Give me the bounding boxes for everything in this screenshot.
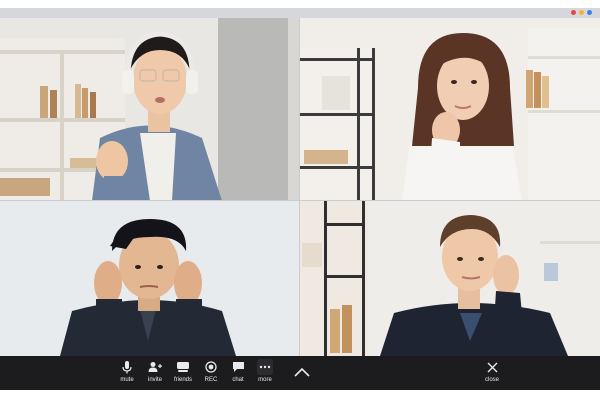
mute-button[interactable]: mute (113, 359, 141, 387)
more-label: more (258, 377, 272, 383)
record-label: REC (204, 377, 218, 383)
mute-label: mute (120, 377, 134, 383)
chat-label: chat (232, 377, 244, 383)
yellow-dot[interactable] (579, 10, 584, 15)
red-dot[interactable] (571, 10, 576, 15)
participant-video-2[interactable] (300, 18, 600, 201)
window-bottom-edge (0, 390, 600, 400)
participant-video-1[interactable] (0, 18, 300, 201)
blue-dot[interactable] (587, 10, 592, 15)
expand-toolbar-button[interactable] (293, 365, 311, 381)
participant-2-image (300, 18, 600, 200)
video-grid (0, 18, 600, 356)
microphone-icon (119, 359, 135, 375)
more-dots-icon (257, 359, 273, 375)
close-icon (484, 359, 500, 375)
window-dots (571, 10, 592, 15)
video-call-window: mute invite friends REC chat more close (0, 0, 600, 400)
participant-1-image (0, 18, 299, 200)
close-button[interactable]: close (478, 359, 506, 387)
chevron-up-icon (294, 364, 310, 382)
chat-bubble-icon (230, 359, 246, 375)
participant-video-4[interactable] (300, 201, 600, 356)
record-button[interactable]: REC (197, 359, 225, 387)
add-user-icon (147, 359, 163, 375)
window-title-bar (0, 8, 600, 18)
record-icon (203, 359, 219, 375)
participant-3-image (0, 201, 299, 356)
invite-label: invite (147, 377, 162, 383)
participant-video-3[interactable] (0, 201, 300, 356)
friends-button[interactable]: friends (169, 359, 197, 387)
invite-button[interactable]: invite (141, 359, 169, 387)
more-button[interactable]: more (251, 359, 279, 387)
close-label: close (484, 377, 499, 383)
participant-4-image (300, 201, 600, 356)
chat-button[interactable]: chat (224, 359, 252, 387)
friends-label: friends (173, 377, 192, 383)
friends-icon (175, 359, 191, 375)
